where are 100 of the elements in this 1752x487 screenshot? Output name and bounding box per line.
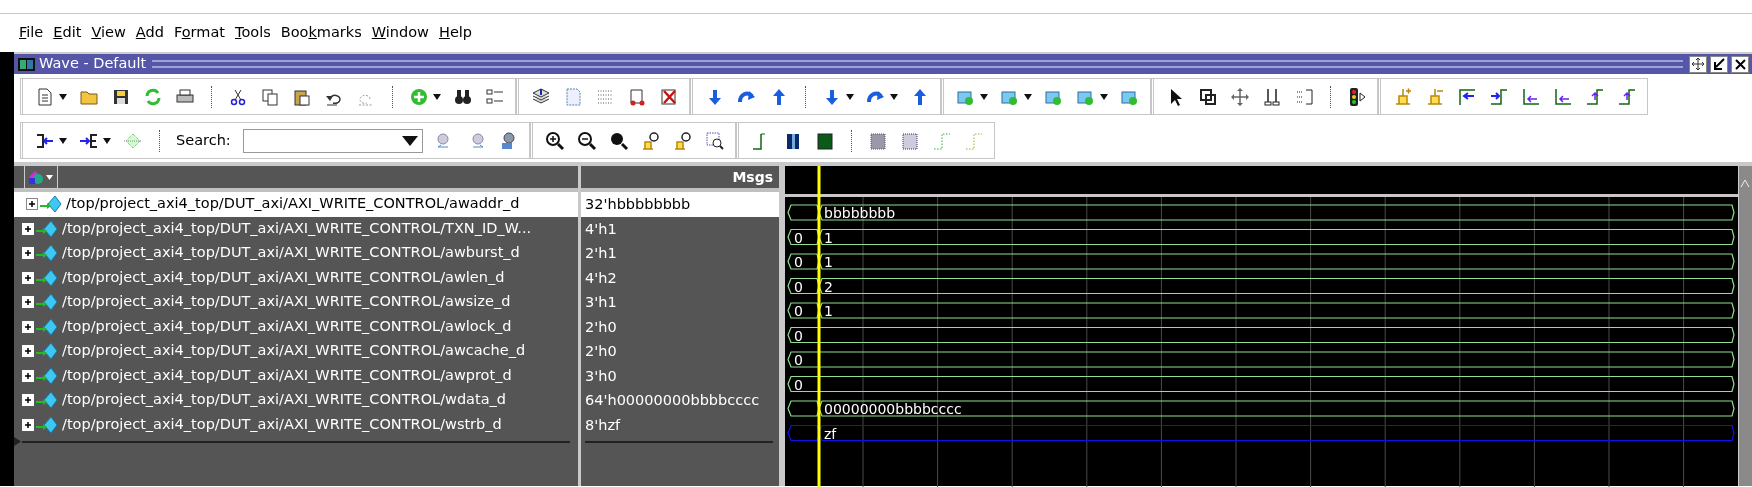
signal-row[interactable]: /top/project_axi4_top/DUT_axi/AXI_WRITE_CONTROL/awburst_d [14,241,578,266]
signal-icon [36,342,58,361]
wave-value: 1 [824,303,833,319]
caret-icon[interactable] [1024,93,1032,100]
list-icon[interactable] [485,86,505,107]
shapes-icon [27,169,45,185]
caret-icon[interactable] [890,93,898,100]
caret-icon [46,174,53,180]
signal-row[interactable]: /top/project_axi4_top/DUT_axi/AXI_WRITE_CONTROL/awprot_d [14,363,578,388]
wave-value: 1 [824,254,833,270]
wave-value: 0 [794,376,803,393]
signal-value: 3'h1 [584,293,618,312]
signal-row[interactable]: /top/project_axi4_top/DUT_axi/AXI_WRITE_CONTROL/wstrb_d [14,412,578,437]
menu-item[interactable]: Format [171,22,233,44]
signal-row[interactable]: /top/project_axi4_top/DUT_axi/AXI_WRITE_CONTROL/awaddr_d [14,192,578,217]
move-icon [1692,58,1704,70]
signal-value: 4'h1 [584,219,618,239]
wave-value: bbbbbbbb [824,205,896,221]
edge-left-icon[interactable] [1457,86,1477,107]
title-bar-grip[interactable] [152,60,1683,68]
close-button[interactable] [1731,55,1749,73]
signal-icon [36,391,58,410]
zoom-cursor-icon[interactable] [672,130,693,151]
caret-icon[interactable] [980,93,988,100]
zoom-region-icon[interactable] [704,130,725,151]
wave-value: 0 [794,254,803,270]
delete-icon[interactable] [659,86,679,107]
caret-icon[interactable] [59,137,67,144]
signal-row[interactable]: /top/project_axi4_top/DUT_axi/AXI_WRITE_CONTROL/awsize_d [14,290,578,315]
menu-item[interactable]: Add [133,22,172,44]
caret-icon[interactable] [59,93,67,100]
search-label: Search: [176,130,231,150]
window-title: Wave - Default [39,54,147,74]
columns-icon[interactable] [1262,86,1282,107]
search-field[interactable] [242,128,423,153]
signal-row[interactable]: /top/project_axi4_top/DUT_axi/AXI_WRITE_CONTROL/awlen_d [14,265,578,290]
wave-value: 0 [794,352,803,368]
signal-icon [36,244,58,263]
zoom-full-icon[interactable] [608,130,629,151]
signal-value: 2'h1 [584,244,618,263]
signal-value: 4'h2 [584,268,618,288]
signal-row[interactable]: /top/project_axi4_top/DUT_axi/AXI_WRITE_CONTROL/awlock_d [14,314,578,339]
signal-row[interactable]: /top/project_axi4_top/DUT_axi/AXI_WRITE_CONTROL/TXN_ID_W... [14,216,578,241]
edge-fall-icon[interactable] [1521,86,1541,107]
dotted-step-alt-icon[interactable] [963,130,984,151]
move-window-button[interactable] [1689,55,1707,73]
wave-value: 0 [794,278,803,295]
caret-icon[interactable] [103,137,111,144]
wave-value: 2 [824,278,833,295]
caret-icon[interactable] [1100,93,1108,100]
caret-icon[interactable] [433,93,441,100]
caret-icon[interactable] [846,93,854,100]
undock-button[interactable] [1710,55,1728,73]
refresh-icon[interactable] [143,86,163,107]
signal-value: 8'hzf [584,415,622,435]
move-icon[interactable] [1230,86,1250,107]
signal-value: 3'h0 [584,366,618,386]
menu-item[interactable]: View [89,22,134,44]
traffic-light-icon[interactable] [1347,86,1367,107]
signal-row[interactable]: /top/project_axi4_top/DUT_axi/AXI_WRITE_CONTROL/awcache_d [14,339,578,364]
zoom-out-icon[interactable] [576,130,597,151]
wave-value: 0 [794,229,803,246]
zoom-box-icon[interactable] [1198,86,1218,107]
menu-item[interactable]: Help [436,22,481,44]
menu-item[interactable]: Edit [51,22,90,44]
signal-row[interactable]: /top/project_axi4_top/DUT_axi/AXI_WRITE_CONTROL/wdata_d [14,388,578,413]
edge-rise-icon[interactable] [1617,86,1637,107]
cursor-add-icon[interactable] [1393,86,1413,107]
wave-window-icon [18,57,35,71]
wave-value: 00000000bbbbcccc [824,401,962,417]
menu-item[interactable]: Bookmarks [278,22,370,44]
vertical-scrollbar[interactable] [1738,166,1752,486]
dotted-step-icon[interactable] [931,130,952,151]
menu-item[interactable]: File [17,22,52,44]
signal-value: 32'hbbbbbbbb [581,192,779,217]
filled-block-icon[interactable] [814,130,835,151]
signal-icon [36,219,58,238]
menu-item[interactable]: Tools [233,22,279,44]
dropdown-arrow-icon[interactable] [401,135,418,146]
rows-icon[interactable] [1294,86,1314,107]
signal-icon [40,195,62,214]
edge-rise-icon[interactable] [1585,86,1605,107]
signal-icon [36,317,58,336]
close-icon [1734,58,1746,70]
expand-icon[interactable] [26,198,38,211]
column-menu-button[interactable] [24,165,58,189]
edge-fall-icon[interactable] [1553,86,1573,107]
zoom-in-icon[interactable] [544,130,565,151]
signal-icon [36,415,58,434]
copy-icon[interactable] [260,86,280,107]
cursor-line[interactable] [817,166,821,487]
wave-value: 0 [794,327,803,344]
wave-value: zf [824,425,837,442]
zoom-cursor-icon[interactable] [640,130,661,151]
edge-right-icon[interactable] [1489,86,1509,107]
menu-item[interactable]: Window [369,22,437,44]
signal-icon [36,366,58,385]
wave-value: 1 [824,229,833,246]
signal-value: 2'h0 [584,342,618,361]
signal-icon [36,293,58,312]
